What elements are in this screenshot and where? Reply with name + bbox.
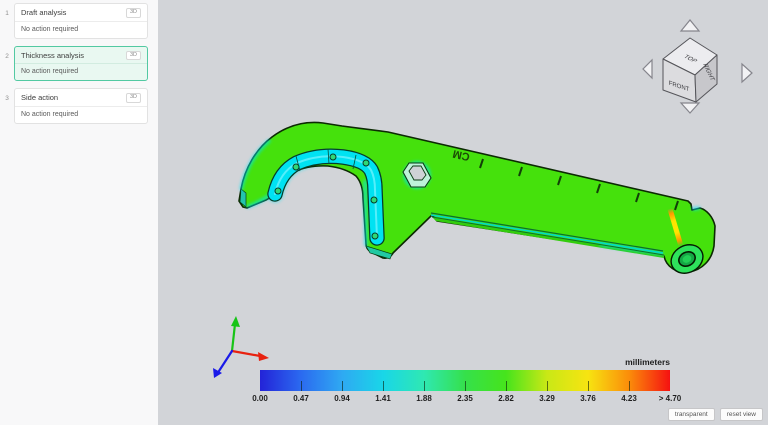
analysis-row-side-action: 3 Side action 3D No action required [0, 88, 158, 124]
legend-gradient-bar [260, 370, 670, 391]
analysis-status: No action required [15, 107, 147, 123]
view-actions: transparent reset view [668, 408, 763, 421]
analysis-title: Draft analysis [21, 8, 66, 17]
legend-label: 3.76 [580, 394, 596, 403]
legend-label: 1.88 [416, 394, 432, 403]
reset-view-button[interactable]: reset view [720, 408, 763, 421]
legend-labels: 0.00 0.47 0.94 1.41 1.88 2.35 2.82 3.29 … [260, 394, 670, 406]
legend-tick [629, 381, 630, 391]
legend-label: 0.00 [252, 394, 268, 403]
legend-label: 0.47 [293, 394, 309, 403]
legend-label: 0.94 [334, 394, 350, 403]
analysis-status: No action required [15, 64, 147, 80]
transparent-button[interactable]: transparent [668, 408, 715, 421]
part-model[interactable]: CM [239, 123, 715, 279]
legend-label: 4.23 [621, 394, 637, 403]
legend-tick [506, 381, 507, 391]
3d-badge: 3D [126, 93, 141, 103]
analysis-number: 1 [0, 3, 14, 39]
legend-tick [301, 381, 302, 391]
rotate-right-button[interactable] [742, 64, 752, 82]
legend-tick [424, 381, 425, 391]
analysis-number: 2 [0, 46, 14, 82]
analysis-number: 3 [0, 88, 14, 124]
analysis-title: Thickness analysis [21, 51, 84, 60]
view-cube[interactable]: TOP FRONT RIGHT [642, 12, 762, 118]
analysis-status: No action required [15, 22, 147, 38]
rotate-down-button[interactable] [681, 103, 699, 113]
legend-label: 2.82 [498, 394, 514, 403]
legend-unit-label: millimeters [625, 357, 670, 367]
rotate-up-button[interactable] [681, 20, 699, 31]
legend-tick [383, 381, 384, 391]
thickness-legend: millimeters 0.00 0.47 0.94 1.41 1.88 2.3… [260, 357, 670, 406]
analysis-row-thickness: 2 Thickness analysis 3D No action requir… [0, 46, 158, 82]
legend-label: 1.41 [375, 394, 391, 403]
legend-label: > 4.70 [659, 394, 681, 403]
legend-label: 2.35 [457, 394, 473, 403]
3d-badge: 3D [126, 51, 141, 61]
cm-engraving: CM [452, 147, 471, 163]
legend-tick [465, 381, 466, 391]
analysis-card-side-action[interactable]: Side action 3D No action required [14, 88, 148, 124]
rotate-left-button[interactable] [643, 60, 652, 78]
3d-badge: 3D [126, 8, 141, 18]
analysis-sidebar: 1 Draft analysis 3D No action required 2… [0, 0, 158, 425]
3d-viewport[interactable]: CM [158, 0, 768, 425]
legend-tick [547, 381, 548, 391]
analysis-row-draft: 1 Draft analysis 3D No action required [0, 3, 158, 39]
legend-label: 3.29 [539, 394, 555, 403]
legend-tick [588, 381, 589, 391]
analysis-card-thickness[interactable]: Thickness analysis 3D No action required [14, 46, 148, 82]
legend-tick [342, 381, 343, 391]
analysis-card-draft[interactable]: Draft analysis 3D No action required [14, 3, 148, 39]
analysis-title: Side action [21, 93, 58, 102]
